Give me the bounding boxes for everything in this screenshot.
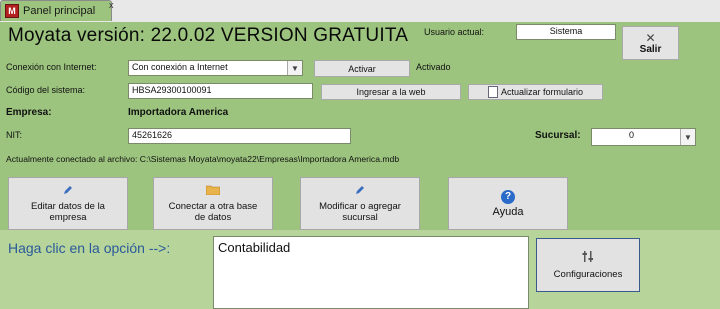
edit-company-label-2: empresa: [49, 211, 87, 223]
user-field[interactable]: Sistema: [516, 24, 616, 40]
user-label: Usuario actual:: [424, 27, 485, 37]
close-icon: ✕: [645, 30, 656, 45]
help-icon: ?: [501, 189, 515, 204]
help-label: Ayuda: [492, 205, 524, 218]
folder-icon: [205, 184, 221, 198]
exit-button[interactable]: ✕ Salir: [622, 26, 679, 60]
connected-file-text: Actualmente conectado al archivo: C:\Sis…: [6, 154, 400, 164]
nit-label: NIT:: [6, 130, 23, 140]
web-button[interactable]: Ingresar a la web: [321, 84, 461, 100]
help-button[interactable]: ? Ayuda: [448, 177, 568, 230]
connect-db-label-2: de datos: [194, 212, 232, 223]
branch-value: 0: [629, 130, 635, 140]
nit-field[interactable]: 45261626: [128, 128, 351, 144]
activation-status: Activado: [416, 62, 451, 72]
tab-panel-principal[interactable]: M Panel principal: [0, 0, 112, 21]
settings-button[interactable]: Configuraciones: [536, 238, 640, 292]
activate-button[interactable]: Activar: [314, 60, 410, 77]
edit-branch-label-2: sucursal: [342, 211, 378, 223]
connect-db-label-1: Conectar a otra base: [168, 201, 258, 212]
pencil-icon: [63, 185, 73, 198]
chevron-down-icon[interactable]: ▼: [287, 61, 302, 75]
system-code-label: Código del sistema:: [6, 85, 86, 95]
update-form-label: Actualizar formulario: [500, 87, 584, 97]
option-list[interactable]: Contabilidad: [213, 236, 529, 309]
tab-bar: M Panel principal x: [0, 0, 720, 23]
connection-select[interactable]: Con conexión a Internet ▼: [128, 60, 303, 76]
update-form-button[interactable]: Actualizar formulario: [468, 84, 603, 100]
company-name: Importadora America: [128, 107, 229, 118]
app-icon: M: [5, 4, 19, 18]
branch-label: Sucursal:: [535, 130, 581, 141]
tab-label: Panel principal: [23, 5, 96, 17]
system-code-field[interactable]: HBSA29300100091: [128, 83, 313, 99]
edit-branch-label-1: Modificar o agregar: [319, 200, 401, 212]
tab-close-icon[interactable]: x: [109, 0, 114, 10]
connection-value: Con conexión a Internet: [132, 62, 228, 72]
edit-company-label-1: Editar datos de la: [31, 200, 105, 212]
page-title: Moyata versión: 22.0.02 VERSION GRATUITA: [8, 25, 409, 46]
exit-label: Salir: [639, 43, 662, 55]
edit-company-button[interactable]: Editar datos de la empresa: [8, 177, 128, 230]
company-label: Empresa:: [6, 107, 52, 118]
branch-select[interactable]: 0 ▼: [591, 128, 696, 146]
settings-icon: [582, 250, 594, 266]
chevron-down-icon[interactable]: ▼: [680, 129, 695, 145]
edit-branch-button[interactable]: Modificar o agregar sucursal: [300, 177, 420, 230]
form-icon: [487, 86, 498, 98]
pencil-icon: [355, 185, 365, 198]
connect-db-button[interactable]: Conectar a otra base de datos: [153, 177, 273, 230]
list-item[interactable]: Contabilidad: [214, 237, 528, 258]
connection-label: Conexión con Internet:: [6, 62, 97, 72]
option-prompt: Haga clic en la opción -->:: [8, 240, 171, 256]
settings-label: Configuraciones: [553, 269, 623, 280]
